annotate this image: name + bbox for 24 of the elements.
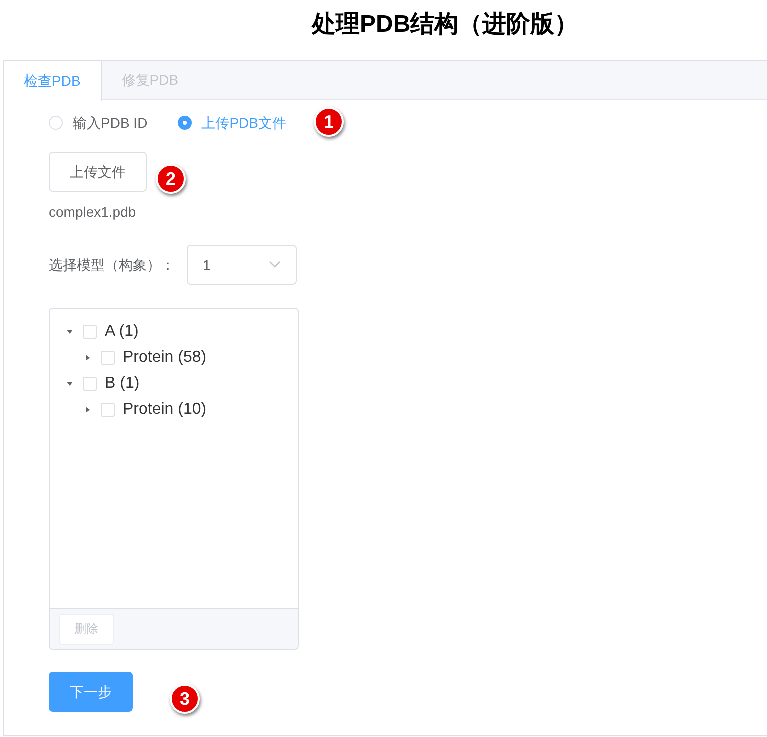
checkbox[interactable] <box>83 377 97 391</box>
tree-node-label[interactable]: Protein (10) <box>123 398 207 422</box>
caret-down-icon[interactable] <box>66 380 74 388</box>
caret-right-icon[interactable] <box>84 354 92 362</box>
tree-node-label[interactable]: A (1) <box>105 320 139 344</box>
checkbox[interactable] <box>101 403 115 417</box>
checkbox[interactable] <box>83 325 97 339</box>
file-name: complex1.pdb <box>49 203 136 222</box>
page-title: 处理PDB结构（进阶版） <box>312 10 579 40</box>
radio-option[interactable]: 输入PDB ID <box>49 112 148 134</box>
caret-right-icon[interactable] <box>84 406 92 414</box>
step-badge: 2 <box>156 164 186 194</box>
radio-icon[interactable] <box>178 116 192 130</box>
step-badge: 3 <box>170 684 200 714</box>
chevron-down-icon <box>269 261 281 269</box>
upload-button[interactable]: 上传文件 <box>49 152 147 192</box>
step-badge: 1 <box>314 107 344 137</box>
field-label: 选择模型（构象）： <box>49 256 176 274</box>
model-select[interactable]: 1 <box>187 245 297 285</box>
tree-node-label[interactable]: B (1) <box>105 372 140 396</box>
tree-node-label[interactable]: Protein (58) <box>123 346 207 370</box>
caret-down-icon[interactable] <box>66 328 74 336</box>
checkbox[interactable] <box>101 351 115 365</box>
radio-icon[interactable] <box>49 116 63 130</box>
